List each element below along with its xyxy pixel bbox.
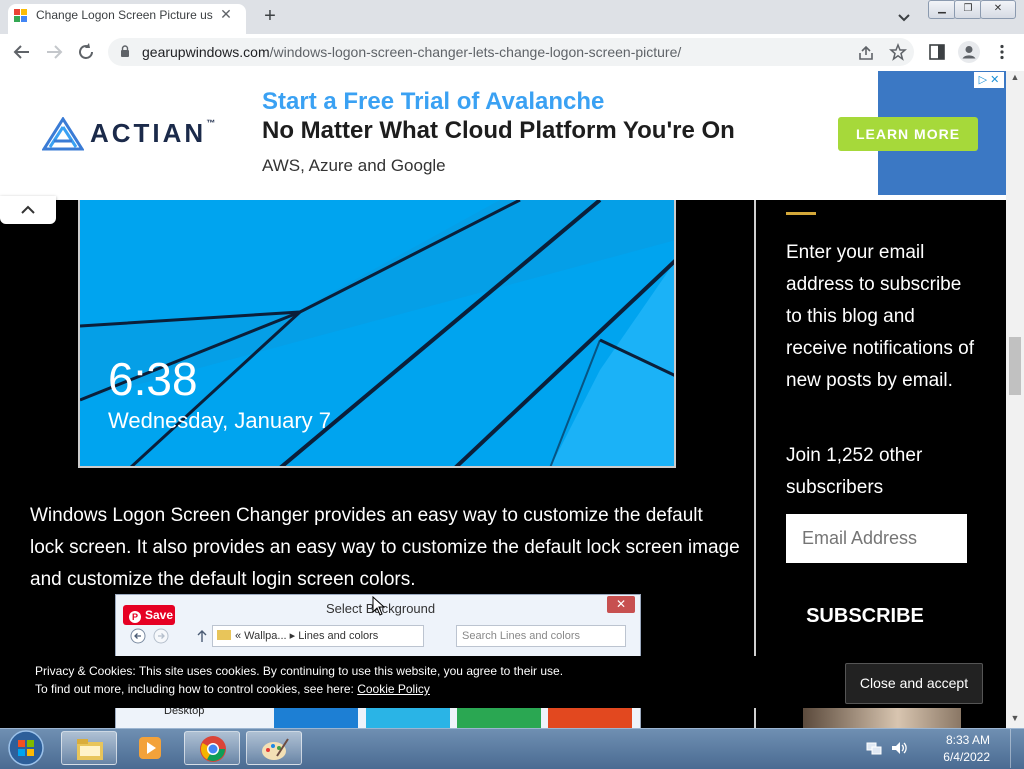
bookmark-star-icon[interactable] [889,43,907,61]
dialog-address-bar: « Wallpa... ▸ Lines and colors [212,625,424,647]
start-button[interactable] [3,729,49,767]
learn-more-button[interactable]: LEARN MORE [838,117,978,151]
share-icon[interactable] [857,44,875,62]
back-icon[interactable] [10,40,34,64]
dialog-search-text: Search Lines and colors [462,630,581,642]
close-and-accept-button[interactable]: Close and accept [845,663,983,704]
tab-title: Change Logon Screen Picture us [36,8,213,22]
url-text[interactable]: gearupwindows.com/windows-logon-screen-c… [142,44,681,60]
scrollbar-thumb[interactable] [1009,337,1021,395]
chevron-up-icon [21,205,35,214]
folder-icon [217,630,231,640]
reload-icon[interactable] [74,40,98,64]
ad-choices-icon[interactable]: ▷ ✕ [974,72,1004,88]
page-scrollbar[interactable] [1006,71,1024,728]
ad-brand-text: ACTIAN [90,118,207,148]
cookie-notice-text: Privacy & Cookies: This site uses cookie… [35,664,564,678]
chevron-down-icon[interactable] [894,8,914,28]
wallpaper-thumbnail [548,707,632,729]
actian-logo-icon [42,117,84,151]
kebab-menu-icon[interactable] [996,44,1008,60]
ad-subline: AWS, Azure and Google [262,156,446,175]
chrome-icon [200,736,226,762]
scroll-down-arrow-icon[interactable]: ▼ [1009,713,1021,723]
minimize-button[interactable]: ▁ [928,0,956,19]
sidebar-divider [754,200,756,728]
lock-icon[interactable] [120,45,130,57]
profile-avatar-icon[interactable] [958,41,980,63]
wallpaper-thumbnail [457,707,541,729]
subscribe-description: Enter your email address to subscribe to… [786,242,974,391]
mouse-cursor-icon [372,596,386,616]
paint-icon [262,738,289,760]
ad-headline-primary[interactable]: Start a Free Trial of Avalanche [262,88,604,116]
collapse-ad-button[interactable] [0,196,56,224]
pinterest-save-label: Save [145,608,174,622]
lock-screen-date: Wednesday, January 7 [108,408,331,433]
show-desktop-button[interactable] [1010,729,1024,768]
pinterest-icon: P [129,611,141,623]
dialog-address-text: « Wallpa... ▸ Lines and colors [235,630,379,642]
window-close-button[interactable]: ✕ [980,0,1016,19]
cookie-notice-prefix: To find out more, including how to contr… [35,682,358,696]
subscriber-count: Join 1,252 other subscribers [786,445,923,498]
sidebar-accent-bar [786,212,816,215]
ad-headline-secondary[interactable]: No Matter What Cloud Platform You're On [262,117,735,145]
folder-icon [77,739,103,760]
forward-icon[interactable] [42,40,66,64]
media-player-icon [139,737,161,759]
email-field[interactable] [786,514,967,563]
network-icon[interactable] [866,740,882,756]
clock-date[interactable]: 6/4/2022 [930,750,990,764]
ad-brand-name: ACTIAN™ [90,118,218,149]
taskbar-explorer[interactable] [61,731,117,765]
wallpaper-thumbnail [366,707,450,729]
side-panel-icon[interactable] [929,44,945,60]
dialog-search-box: Search Lines and colors [456,625,626,647]
scroll-up-arrow-icon[interactable]: ▲ [1009,72,1021,82]
subscribe-button[interactable]: SUBSCRIBE [786,597,944,635]
taskbar-media-player[interactable] [122,731,178,765]
dialog-up-icon [197,630,207,642]
author-photo [803,708,961,728]
restore-button[interactable]: ❐ [954,0,982,19]
trademark-mark: ™ [206,118,219,128]
pinterest-save-button[interactable]: P Save [123,605,175,625]
new-tab-button[interactable]: + [258,5,282,29]
dialog-close-icon: ✕ [607,596,635,613]
dialog-back-icon [130,628,146,644]
wallpaper-thumbnail [274,707,358,729]
lock-screen-time: 6:38 [108,353,198,405]
clock-time[interactable]: 8:33 AM [930,733,990,747]
article-paragraph: Windows Logon Screen Changer provides an… [30,505,740,590]
url-path: /windows-logon-screen-changer-lets-chang… [269,44,682,60]
dialog-forward-icon [153,628,169,644]
taskbar-paint[interactable] [246,731,302,765]
favicon-icon [14,9,27,22]
cookie-notice-text-2: To find out more, including how to contr… [35,682,430,696]
url-domain: gearupwindows.com [142,44,270,60]
taskbar-chrome[interactable] [184,731,240,765]
volume-icon[interactable] [890,740,908,756]
tab-close-icon[interactable]: ✕ [217,5,235,23]
cookie-policy-link[interactable]: Cookie Policy [357,682,430,696]
